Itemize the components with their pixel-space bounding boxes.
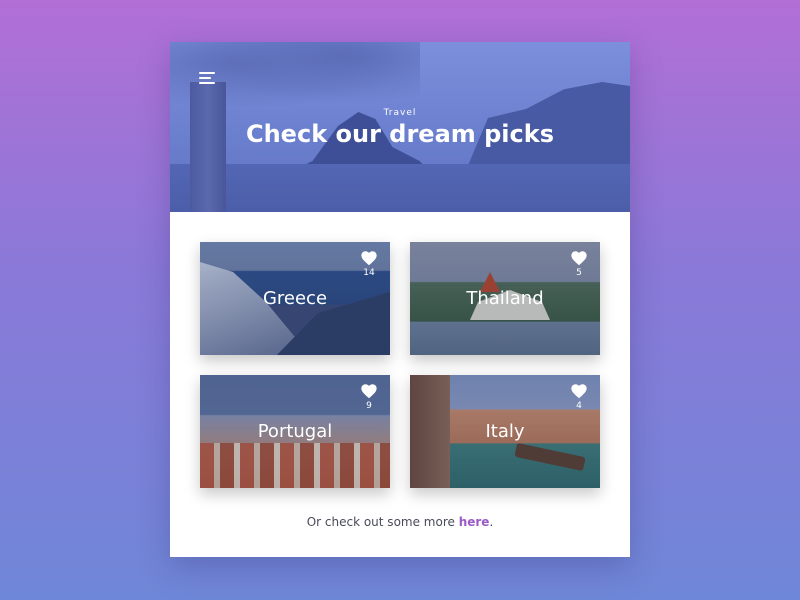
like-button[interactable]: 5 xyxy=(570,250,588,278)
page-title: Check our dream picks xyxy=(245,120,554,148)
like-count: 14 xyxy=(363,268,375,278)
tile-title: Portugal xyxy=(257,421,333,442)
more-link[interactable]: here xyxy=(459,515,490,529)
destination-tile-portugal[interactable]: 9 Portugal xyxy=(200,375,390,488)
heart-icon xyxy=(571,384,587,399)
destination-tile-italy[interactable]: 4 Italy xyxy=(410,375,600,488)
like-button[interactable]: 9 xyxy=(360,383,378,411)
hero-tag: Travel xyxy=(383,108,417,118)
heart-icon xyxy=(361,251,377,266)
tile-title: Thailand xyxy=(466,288,544,309)
destination-tile-greece[interactable]: 14 Greece xyxy=(200,242,390,355)
like-count: 5 xyxy=(576,268,582,278)
like-button[interactable]: 4 xyxy=(570,383,588,411)
hamburger-menu-icon[interactable] xyxy=(199,72,215,84)
like-count: 9 xyxy=(366,401,372,411)
hero-banner: Travel Check our dream picks xyxy=(170,42,630,212)
more-prompt-suffix: . xyxy=(489,515,494,529)
travel-card: Travel Check our dream picks 14 Greece 5… xyxy=(170,42,630,557)
heart-icon xyxy=(571,251,587,266)
hero-sea xyxy=(170,164,630,212)
menu-line xyxy=(199,77,211,79)
destination-tile-thailand[interactable]: 5 Thailand xyxy=(410,242,600,355)
tile-title: Italy xyxy=(485,421,525,442)
more-prompt-prefix: Or check out some more xyxy=(306,515,459,529)
tile-title: Greece xyxy=(262,288,328,309)
menu-line xyxy=(199,82,215,84)
menu-line xyxy=(199,72,215,74)
more-prompt: Or check out some more here. xyxy=(170,515,630,529)
heart-icon xyxy=(361,384,377,399)
like-count: 4 xyxy=(576,401,582,411)
like-button[interactable]: 14 xyxy=(360,250,378,278)
